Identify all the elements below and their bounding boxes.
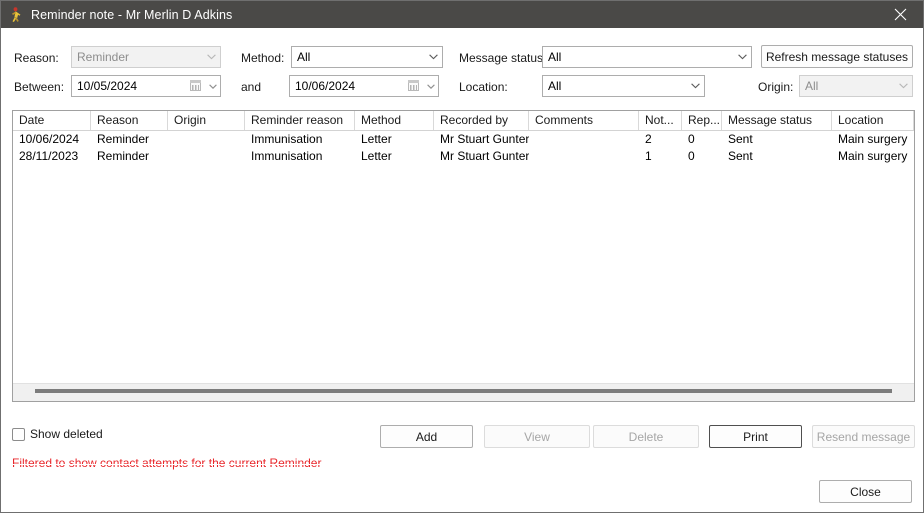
grid-header-cell[interactable]: Origin bbox=[168, 111, 245, 130]
table-cell-date: 28/11/2023 bbox=[19, 149, 79, 163]
resend-message-button: Resend message bbox=[812, 425, 915, 448]
table-cell-recorded-by: Mr Stuart Gunter bbox=[440, 149, 529, 163]
chevron-down-icon[interactable] bbox=[206, 83, 220, 89]
table-cell-date: 10/06/2024 bbox=[19, 132, 80, 146]
grid-header-cell[interactable]: Message status bbox=[722, 111, 832, 130]
message-status-value: All bbox=[548, 50, 562, 64]
chevron-down-icon bbox=[687, 83, 704, 89]
grid-header-cell[interactable]: Reminder reason bbox=[245, 111, 355, 130]
and-date-input[interactable]: 10/06/2024 bbox=[289, 75, 439, 97]
contact-attempts-grid[interactable]: Date Reason Origin Reminder reason Method Rec… bbox=[12, 110, 915, 402]
reason-label: Reason: bbox=[14, 51, 59, 65]
table-cell-method: Letter bbox=[361, 132, 392, 146]
filter-panel: Reason: Reminder Method: All Message sta… bbox=[1, 28, 923, 102]
table-cell-recorded-by: Mr Stuart Gunter bbox=[440, 132, 529, 146]
add-button[interactable]: Add bbox=[380, 425, 473, 448]
show-deleted-checkbox-row[interactable]: Show deleted bbox=[12, 427, 103, 441]
between-date-input[interactable]: 10/05/2024 bbox=[71, 75, 221, 97]
table-cell-reason: Reminder bbox=[97, 132, 150, 146]
grid-header-cell[interactable]: Rep... bbox=[682, 111, 722, 130]
filter-warning-text: Filtered to show contact attempts for th… bbox=[12, 456, 322, 470]
calendar-icon bbox=[406, 79, 422, 93]
refresh-message-statuses-button[interactable]: Refresh message statuses bbox=[761, 45, 913, 68]
origin-value: All bbox=[805, 79, 819, 93]
chevron-down-icon[interactable] bbox=[424, 83, 438, 89]
table-row[interactable]: 28/11/2023 Reminder Immunisation Letter Mr S… bbox=[13, 148, 914, 165]
method-label: Method: bbox=[241, 51, 285, 65]
table-cell-replies: 0 bbox=[688, 149, 695, 163]
between-date-value: 10/05/2024 bbox=[77, 79, 138, 93]
table-cell-reminder-reason: Immunisation bbox=[251, 149, 323, 163]
table-cell-message-status: Sent bbox=[728, 132, 753, 146]
reason-value: Reminder bbox=[77, 50, 130, 64]
table-cell-replies: 0 bbox=[688, 132, 695, 146]
chevron-down-icon bbox=[425, 54, 442, 60]
location-combo[interactable]: All bbox=[542, 75, 705, 97]
titlebar: Reminder note - Mr Merlin D Adkins bbox=[1, 1, 923, 28]
table-cell-reminder-reason: Immunisation bbox=[251, 132, 323, 146]
grid-header-cell[interactable]: Location bbox=[832, 111, 914, 130]
table-cell-location: Main surgery bbox=[838, 149, 908, 163]
grid-body: 10/06/2024 Reminder Immunisation Letter Mr S… bbox=[13, 131, 914, 165]
grid-header-cell[interactable]: Date bbox=[13, 111, 91, 130]
close-button[interactable]: Close bbox=[819, 480, 912, 503]
location-label: Location: bbox=[459, 80, 508, 94]
location-value: All bbox=[548, 79, 562, 93]
grid-header-cell[interactable]: Method bbox=[355, 111, 434, 130]
print-button[interactable]: Print bbox=[709, 425, 802, 448]
between-label: Between: bbox=[14, 80, 65, 94]
table-cell-comments bbox=[529, 131, 639, 148]
table-cell-location: Main surgery bbox=[838, 132, 908, 146]
show-deleted-checkbox[interactable] bbox=[12, 427, 25, 441]
horizontal-scrollbar[interactable] bbox=[13, 383, 914, 401]
method-combo[interactable]: All bbox=[291, 46, 443, 68]
delete-button: Delete bbox=[593, 425, 699, 448]
message-status-label: Message status: bbox=[459, 51, 547, 65]
origin-combo[interactable]: All bbox=[799, 75, 913, 97]
and-label: and bbox=[241, 80, 262, 94]
grid-header-cell[interactable]: Recorded by bbox=[434, 111, 529, 130]
grid-header-row: Date Reason Origin Reminder reason Method Rec… bbox=[13, 111, 914, 131]
origin-label: Origin: bbox=[758, 80, 794, 94]
chevron-down-icon bbox=[203, 54, 220, 60]
reason-combo[interactable]: Reminder bbox=[71, 46, 221, 68]
table-cell-origin bbox=[168, 148, 245, 165]
window-title: Reminder note - Mr Merlin D Adkins bbox=[31, 7, 233, 22]
method-value: All bbox=[297, 50, 311, 64]
table-cell-notified: 2 bbox=[645, 132, 652, 146]
calendar-icon bbox=[188, 79, 204, 93]
table-row[interactable]: 10/06/2024 Reminder Immunisation Letter Mr S… bbox=[13, 131, 914, 148]
close-icon[interactable] bbox=[878, 1, 923, 28]
app-figure-icon bbox=[6, 5, 26, 25]
table-cell-notified: 1 bbox=[645, 149, 652, 163]
chevron-down-icon bbox=[734, 54, 751, 60]
show-deleted-label: Show deleted bbox=[30, 427, 103, 441]
grid-header-cell[interactable]: Not... bbox=[639, 111, 682, 130]
message-status-combo[interactable]: All bbox=[542, 46, 752, 68]
table-cell-method: Letter bbox=[361, 149, 392, 163]
footer-divider bbox=[1, 464, 923, 465]
grid-header-cell[interactable]: Comments bbox=[529, 111, 639, 130]
table-cell-message-status: Sent bbox=[728, 149, 753, 163]
chevron-down-icon bbox=[895, 83, 912, 89]
table-cell-reason: Reminder bbox=[97, 149, 150, 163]
grid-header-cell[interactable]: Reason bbox=[91, 111, 168, 130]
view-button: View bbox=[484, 425, 590, 448]
table-cell-origin bbox=[168, 131, 245, 148]
scrollbar-thumb[interactable] bbox=[35, 389, 892, 393]
reminder-note-dialog: Reminder note - Mr Merlin D Adkins Reaso… bbox=[0, 0, 924, 513]
table-cell-comments bbox=[529, 148, 639, 165]
and-date-value: 10/06/2024 bbox=[295, 79, 356, 93]
